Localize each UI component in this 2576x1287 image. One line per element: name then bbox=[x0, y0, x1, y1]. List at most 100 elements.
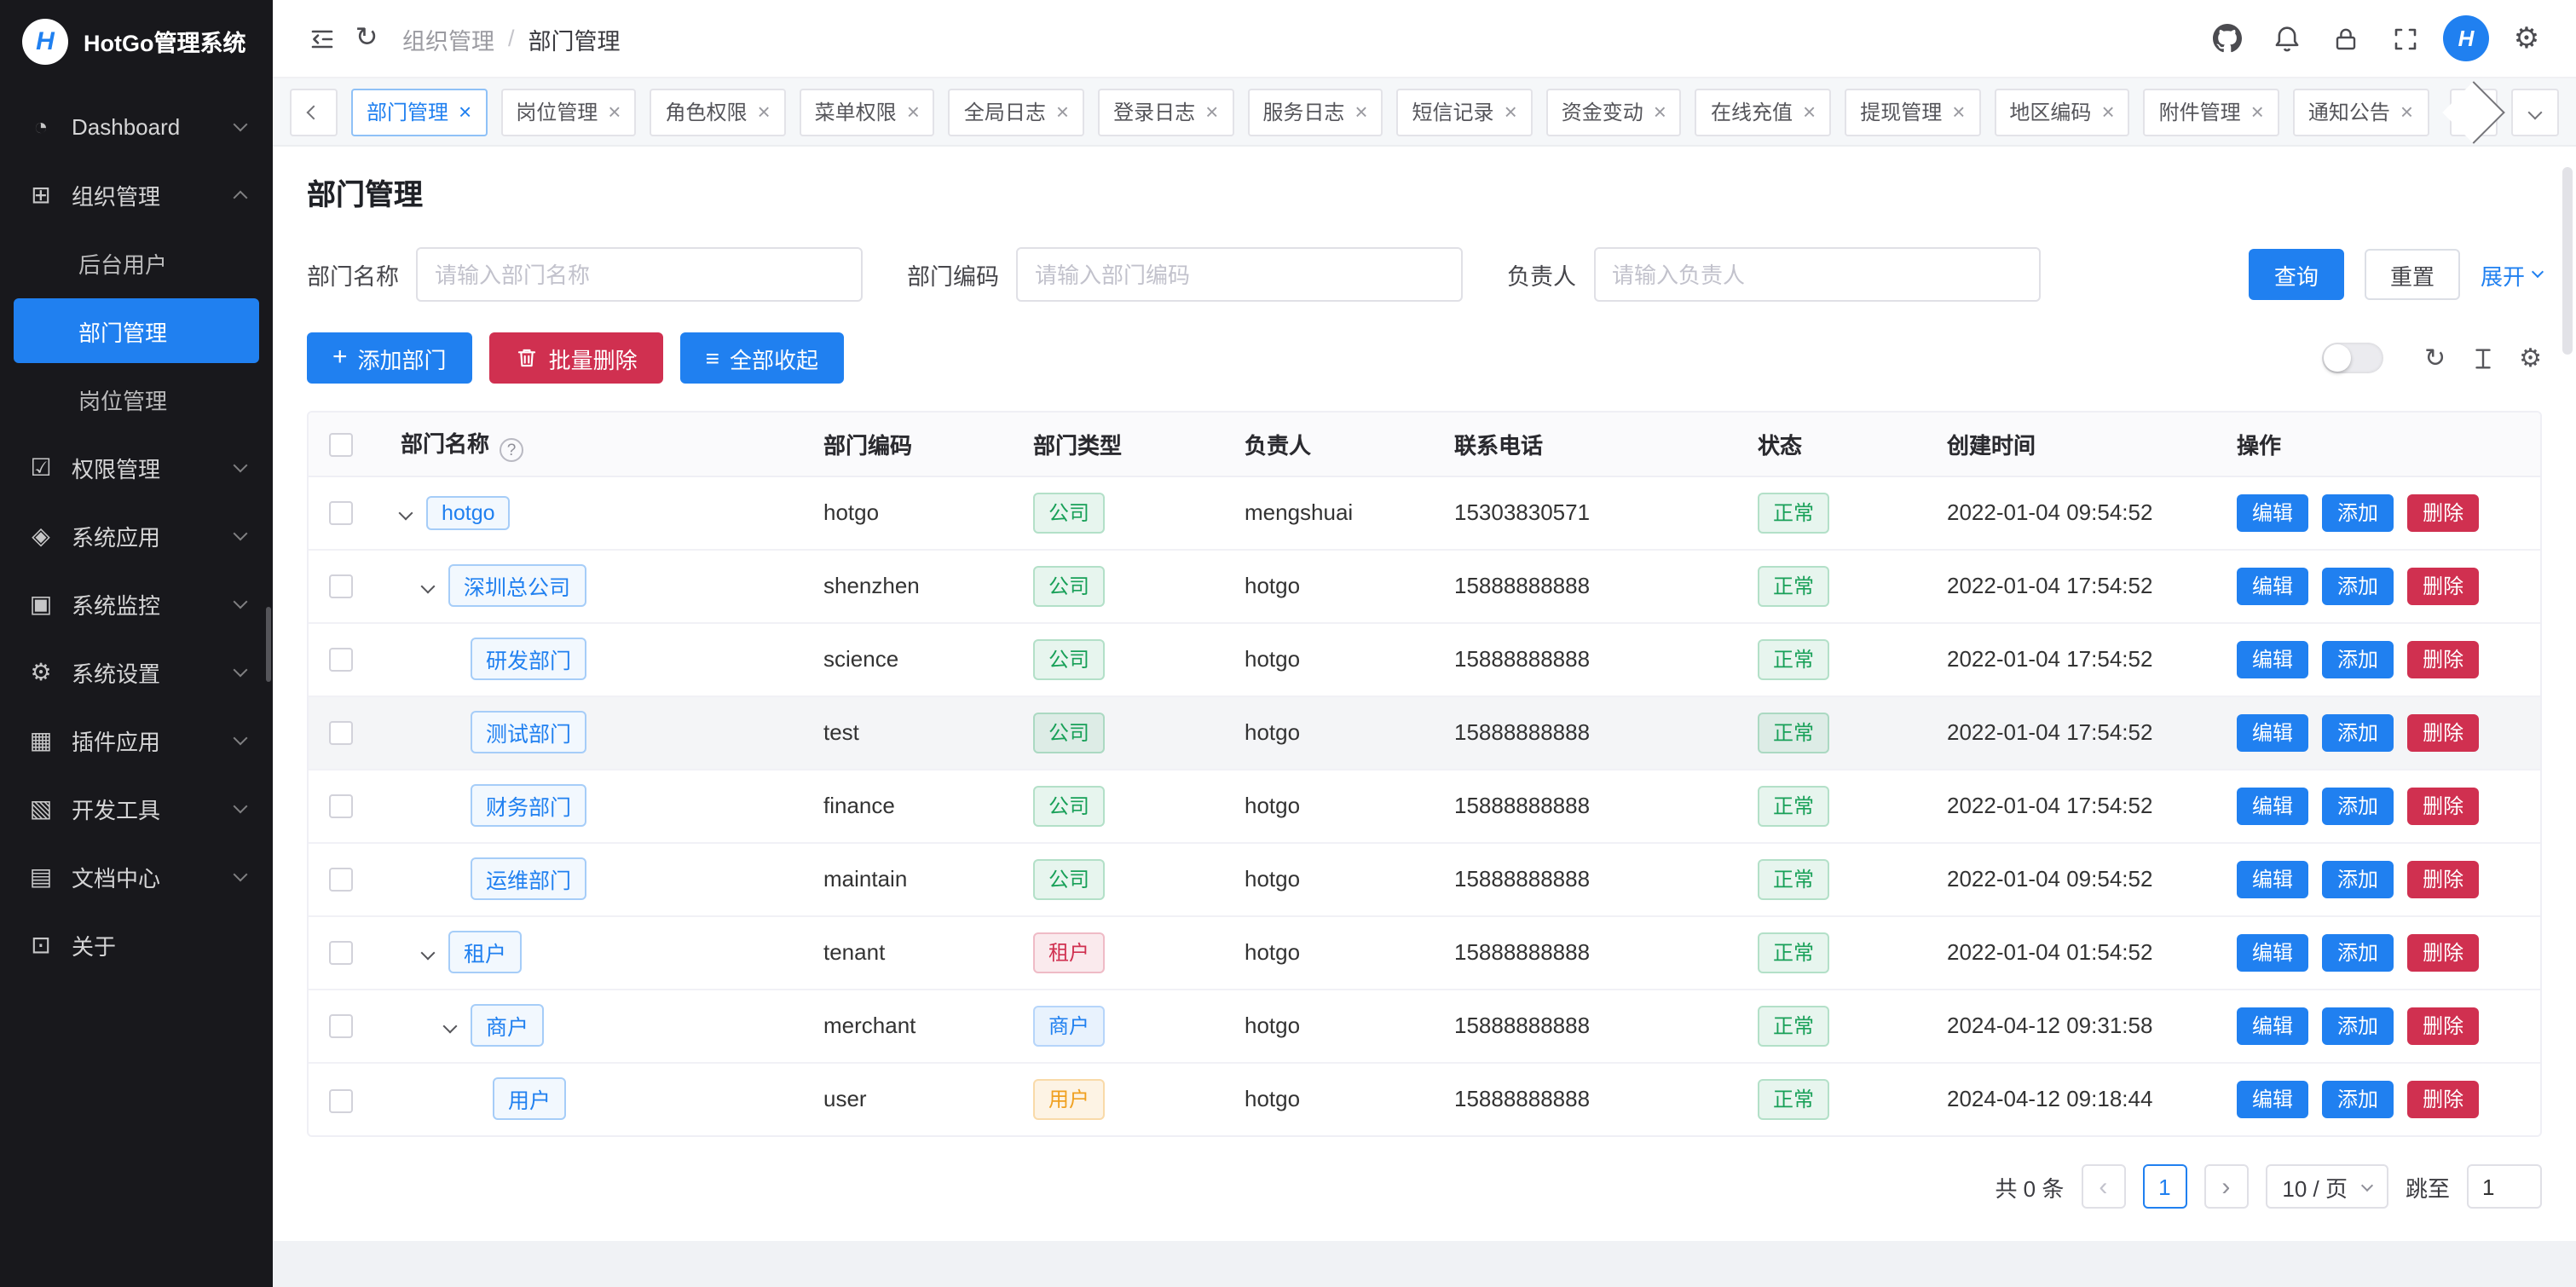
tab-service-log[interactable]: 服务日志× bbox=[1247, 88, 1383, 136]
select-all-checkbox[interactable] bbox=[329, 433, 353, 457]
tabs-scroll-right-button[interactable] bbox=[2450, 88, 2498, 136]
sidebar-item-system-setting[interactable]: ⚙系统设置 bbox=[0, 638, 273, 706]
tabs-scroll-left-button[interactable] bbox=[290, 88, 338, 136]
close-icon[interactable]: × bbox=[2400, 101, 2413, 123]
tab-attachment[interactable]: 附件管理× bbox=[2144, 88, 2279, 136]
sidebar-item-admin-user[interactable]: 后台用户 bbox=[0, 228, 273, 297]
next-page-button[interactable]: › bbox=[2203, 1164, 2248, 1209]
delete-button[interactable]: 删除 bbox=[2407, 933, 2479, 971]
tab-post[interactable]: 岗位管理× bbox=[500, 88, 636, 136]
sidebar-item-dev-tools[interactable]: ▧开发工具 bbox=[0, 774, 273, 842]
settings-gear-icon[interactable]: ⚙ bbox=[2504, 16, 2549, 61]
row-checkbox[interactable] bbox=[329, 942, 353, 966]
sidebar-item-system-monitor[interactable]: ▣系统监控 bbox=[0, 569, 273, 638]
sidebar-item-about[interactable]: ⊡关于 bbox=[0, 910, 273, 978]
menu-fold-icon[interactable] bbox=[300, 16, 344, 61]
delete-button[interactable]: 删除 bbox=[2407, 860, 2479, 897]
search-input-code[interactable] bbox=[1016, 247, 1463, 302]
row-checkbox[interactable] bbox=[329, 1015, 353, 1039]
row-checkbox[interactable] bbox=[329, 502, 353, 526]
batch-delete-button[interactable]: 批量删除 bbox=[489, 332, 663, 384]
tabs-dropdown-button[interactable] bbox=[2511, 88, 2559, 136]
jump-page-input[interactable] bbox=[2467, 1164, 2542, 1209]
tab-notice[interactable]: 通知公告× bbox=[2293, 88, 2429, 136]
row-expand-icon[interactable] bbox=[421, 579, 436, 593]
add-button[interactable]: 添加 bbox=[2322, 787, 2394, 824]
close-icon[interactable]: × bbox=[2251, 101, 2264, 123]
tab-login-log[interactable]: 登录日志× bbox=[1098, 88, 1233, 136]
tab-online-recharge[interactable]: 在线充值× bbox=[1695, 88, 1831, 136]
reset-button[interactable]: 重置 bbox=[2365, 249, 2460, 300]
department-name-chip[interactable]: 租户 bbox=[448, 931, 522, 973]
delete-button[interactable]: 删除 bbox=[2407, 787, 2479, 824]
close-icon[interactable]: × bbox=[459, 101, 471, 123]
collapse-all-button[interactable]: ≡ 全部收起 bbox=[680, 332, 844, 384]
tab-sms-record[interactable]: 短信记录× bbox=[1397, 88, 1533, 136]
department-name-chip[interactable]: 商户 bbox=[471, 1004, 544, 1047]
sidebar-item-plugin-app[interactable]: ▦插件应用 bbox=[0, 706, 273, 774]
row-checkbox[interactable] bbox=[329, 722, 353, 746]
app-logo[interactable]: H HotGo管理系统 bbox=[0, 0, 273, 82]
current-page-button[interactable]: 1 bbox=[2142, 1164, 2186, 1209]
sidebar-item-dashboard[interactable]: ◔Dashboard bbox=[0, 92, 273, 160]
search-input-leader[interactable] bbox=[1593, 247, 2040, 302]
close-icon[interactable]: × bbox=[1952, 101, 1965, 123]
add-button[interactable]: 添加 bbox=[2322, 493, 2394, 531]
sidebar-item-post[interactable]: 岗位管理 bbox=[0, 365, 273, 433]
add-department-button[interactable]: + 添加部门 bbox=[307, 332, 472, 384]
help-icon[interactable]: ? bbox=[500, 438, 523, 462]
row-checkbox[interactable] bbox=[329, 869, 353, 892]
add-button[interactable]: 添加 bbox=[2322, 567, 2394, 604]
edit-button[interactable]: 编辑 bbox=[2237, 713, 2308, 751]
page-size-select[interactable]: 10 / 页 bbox=[2265, 1164, 2388, 1209]
sidebar-item-organization[interactable]: ⊞组织管理 bbox=[0, 160, 273, 228]
edit-button[interactable]: 编辑 bbox=[2237, 493, 2308, 531]
close-icon[interactable]: × bbox=[1505, 101, 1517, 123]
close-icon[interactable]: × bbox=[1654, 101, 1666, 123]
edit-button[interactable]: 编辑 bbox=[2237, 1081, 2308, 1118]
add-button[interactable]: 添加 bbox=[2322, 1081, 2394, 1118]
density-icon[interactable] bbox=[2469, 345, 2495, 371]
tab-department[interactable]: 部门管理× bbox=[351, 88, 487, 136]
row-expand-icon[interactable] bbox=[443, 1019, 458, 1033]
github-icon[interactable] bbox=[2204, 16, 2249, 61]
sidebar-item-system-app[interactable]: ◈系统应用 bbox=[0, 501, 273, 569]
edit-button[interactable]: 编辑 bbox=[2237, 567, 2308, 604]
sidebar-item-department[interactable]: 部门管理 bbox=[14, 298, 259, 363]
tab-menu-auth[interactable]: 菜单权限× bbox=[800, 88, 935, 136]
edit-button[interactable]: 编辑 bbox=[2237, 787, 2308, 824]
department-name-chip[interactable]: hotgo bbox=[426, 495, 511, 529]
department-name-chip[interactable]: 运维部门 bbox=[471, 857, 586, 900]
query-button[interactable]: 查询 bbox=[2249, 249, 2344, 300]
row-checkbox[interactable] bbox=[329, 649, 353, 672]
close-icon[interactable]: × bbox=[1056, 101, 1069, 123]
sidebar-scrollbar-thumb[interactable] bbox=[266, 607, 271, 682]
column-settings-icon[interactable]: ⚙ bbox=[2519, 345, 2542, 371]
add-button[interactable]: 添加 bbox=[2322, 860, 2394, 897]
sidebar-item-permission[interactable]: ☑权限管理 bbox=[0, 433, 273, 501]
delete-button[interactable]: 删除 bbox=[2407, 493, 2479, 531]
close-icon[interactable]: × bbox=[1205, 101, 1218, 123]
delete-button[interactable]: 删除 bbox=[2407, 567, 2479, 604]
table-refresh-icon[interactable]: ↻ bbox=[2424, 345, 2446, 371]
tab-funds-change[interactable]: 资金变动× bbox=[1546, 88, 1682, 136]
prev-page-button[interactable]: ‹ bbox=[2081, 1164, 2125, 1209]
row-expand-icon[interactable] bbox=[421, 945, 436, 960]
main-scrollbar-thumb[interactable] bbox=[2562, 167, 2573, 355]
close-icon[interactable]: × bbox=[1803, 101, 1816, 123]
delete-button[interactable]: 删除 bbox=[2407, 1007, 2479, 1044]
department-name-chip[interactable]: 测试部门 bbox=[471, 711, 586, 753]
department-name-chip[interactable]: 财务部门 bbox=[471, 784, 586, 827]
add-button[interactable]: 添加 bbox=[2322, 1007, 2394, 1044]
department-name-chip[interactable]: 用户 bbox=[493, 1078, 566, 1121]
fullscreen-icon[interactable] bbox=[2383, 16, 2428, 61]
row-checkbox[interactable] bbox=[329, 575, 353, 599]
close-icon[interactable]: × bbox=[757, 101, 770, 123]
edit-button[interactable]: 编辑 bbox=[2237, 1007, 2308, 1044]
tab-role[interactable]: 角色权限× bbox=[650, 88, 785, 136]
edit-button[interactable]: 编辑 bbox=[2237, 933, 2308, 971]
close-icon[interactable]: × bbox=[608, 101, 621, 123]
delete-button[interactable]: 删除 bbox=[2407, 1081, 2479, 1118]
notification-bell-icon[interactable] bbox=[2264, 16, 2308, 61]
edit-button[interactable]: 编辑 bbox=[2237, 860, 2308, 897]
